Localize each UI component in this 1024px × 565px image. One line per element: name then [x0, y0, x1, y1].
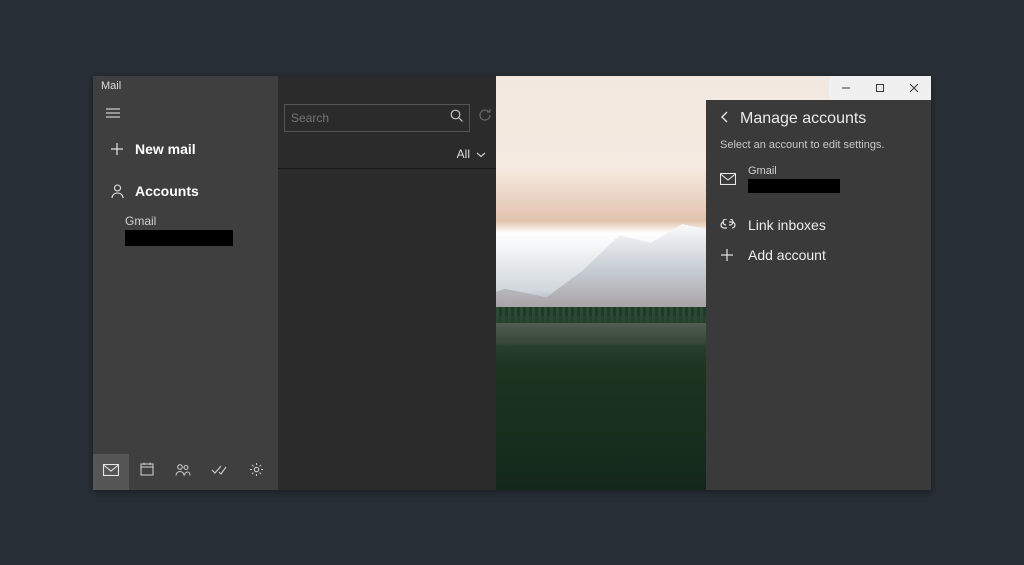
close-button[interactable] — [897, 76, 931, 100]
manage-header: Manage accounts — [720, 110, 919, 129]
new-mail-label: New mail — [135, 141, 196, 157]
manage-accounts-panel: Manage accounts Select an account to edi… — [706, 100, 931, 490]
people-icon — [175, 463, 191, 481]
refresh-icon — [478, 108, 492, 127]
calendar-nav-button[interactable] — [129, 454, 165, 490]
app-title: Mail — [93, 76, 278, 96]
hamburger-icon — [106, 105, 120, 123]
search-input[interactable] — [291, 111, 446, 125]
manage-description: Select an account to edit settings. — [720, 139, 919, 151]
accounts-header[interactable]: Accounts — [93, 174, 278, 208]
link-inboxes-label: Link inboxes — [748, 217, 826, 233]
manage-account-email-redacted — [748, 179, 840, 193]
search-box[interactable] — [284, 104, 470, 132]
sidebar-bottom-bar — [93, 454, 278, 490]
mail-icon — [103, 463, 119, 481]
add-account-button[interactable]: Add account — [720, 247, 919, 263]
checkmark-icon — [211, 463, 227, 481]
back-button[interactable] — [720, 110, 730, 129]
mail-app-window: Mail New mail Accounts Gmail — [93, 76, 931, 490]
list-divider — [278, 168, 496, 169]
people-nav-button[interactable] — [165, 454, 201, 490]
mail-nav-button[interactable] — [93, 454, 129, 490]
filter-dropdown[interactable]: All — [278, 140, 496, 168]
sidebar-account-item[interactable]: Gmail — [93, 214, 278, 246]
manage-title: Manage accounts — [740, 110, 866, 128]
link-icon — [720, 219, 748, 231]
link-inboxes-button[interactable]: Link inboxes — [720, 217, 919, 233]
plus-icon — [105, 142, 129, 156]
gear-icon — [249, 462, 264, 482]
new-mail-button[interactable]: New mail — [93, 132, 278, 166]
mail-icon — [720, 173, 748, 185]
sidebar: Mail New mail Accounts Gmail — [93, 76, 278, 490]
settings-button[interactable] — [238, 454, 274, 490]
accounts-label: Accounts — [135, 183, 199, 199]
account-name: Gmail — [125, 214, 278, 228]
manage-account-item[interactable]: Gmail — [720, 165, 919, 193]
search-icon — [450, 109, 463, 127]
maximize-button[interactable] — [863, 76, 897, 100]
account-text-block: Gmail — [748, 165, 840, 193]
chevron-down-icon — [476, 147, 486, 161]
add-account-label: Add account — [748, 247, 826, 263]
filter-label: All — [457, 147, 470, 161]
message-list-pane: All — [278, 76, 496, 490]
calendar-icon — [140, 462, 154, 481]
list-toolbar — [278, 96, 496, 140]
minimize-button[interactable] — [829, 76, 863, 100]
manage-account-name: Gmail — [748, 165, 840, 177]
window-controls — [829, 76, 931, 100]
account-email-redacted — [125, 230, 233, 246]
person-icon — [105, 184, 129, 198]
sync-button[interactable] — [478, 107, 492, 129]
plus-icon — [720, 248, 748, 262]
hamburger-menu-button[interactable] — [93, 100, 127, 128]
todo-nav-button[interactable] — [201, 454, 237, 490]
